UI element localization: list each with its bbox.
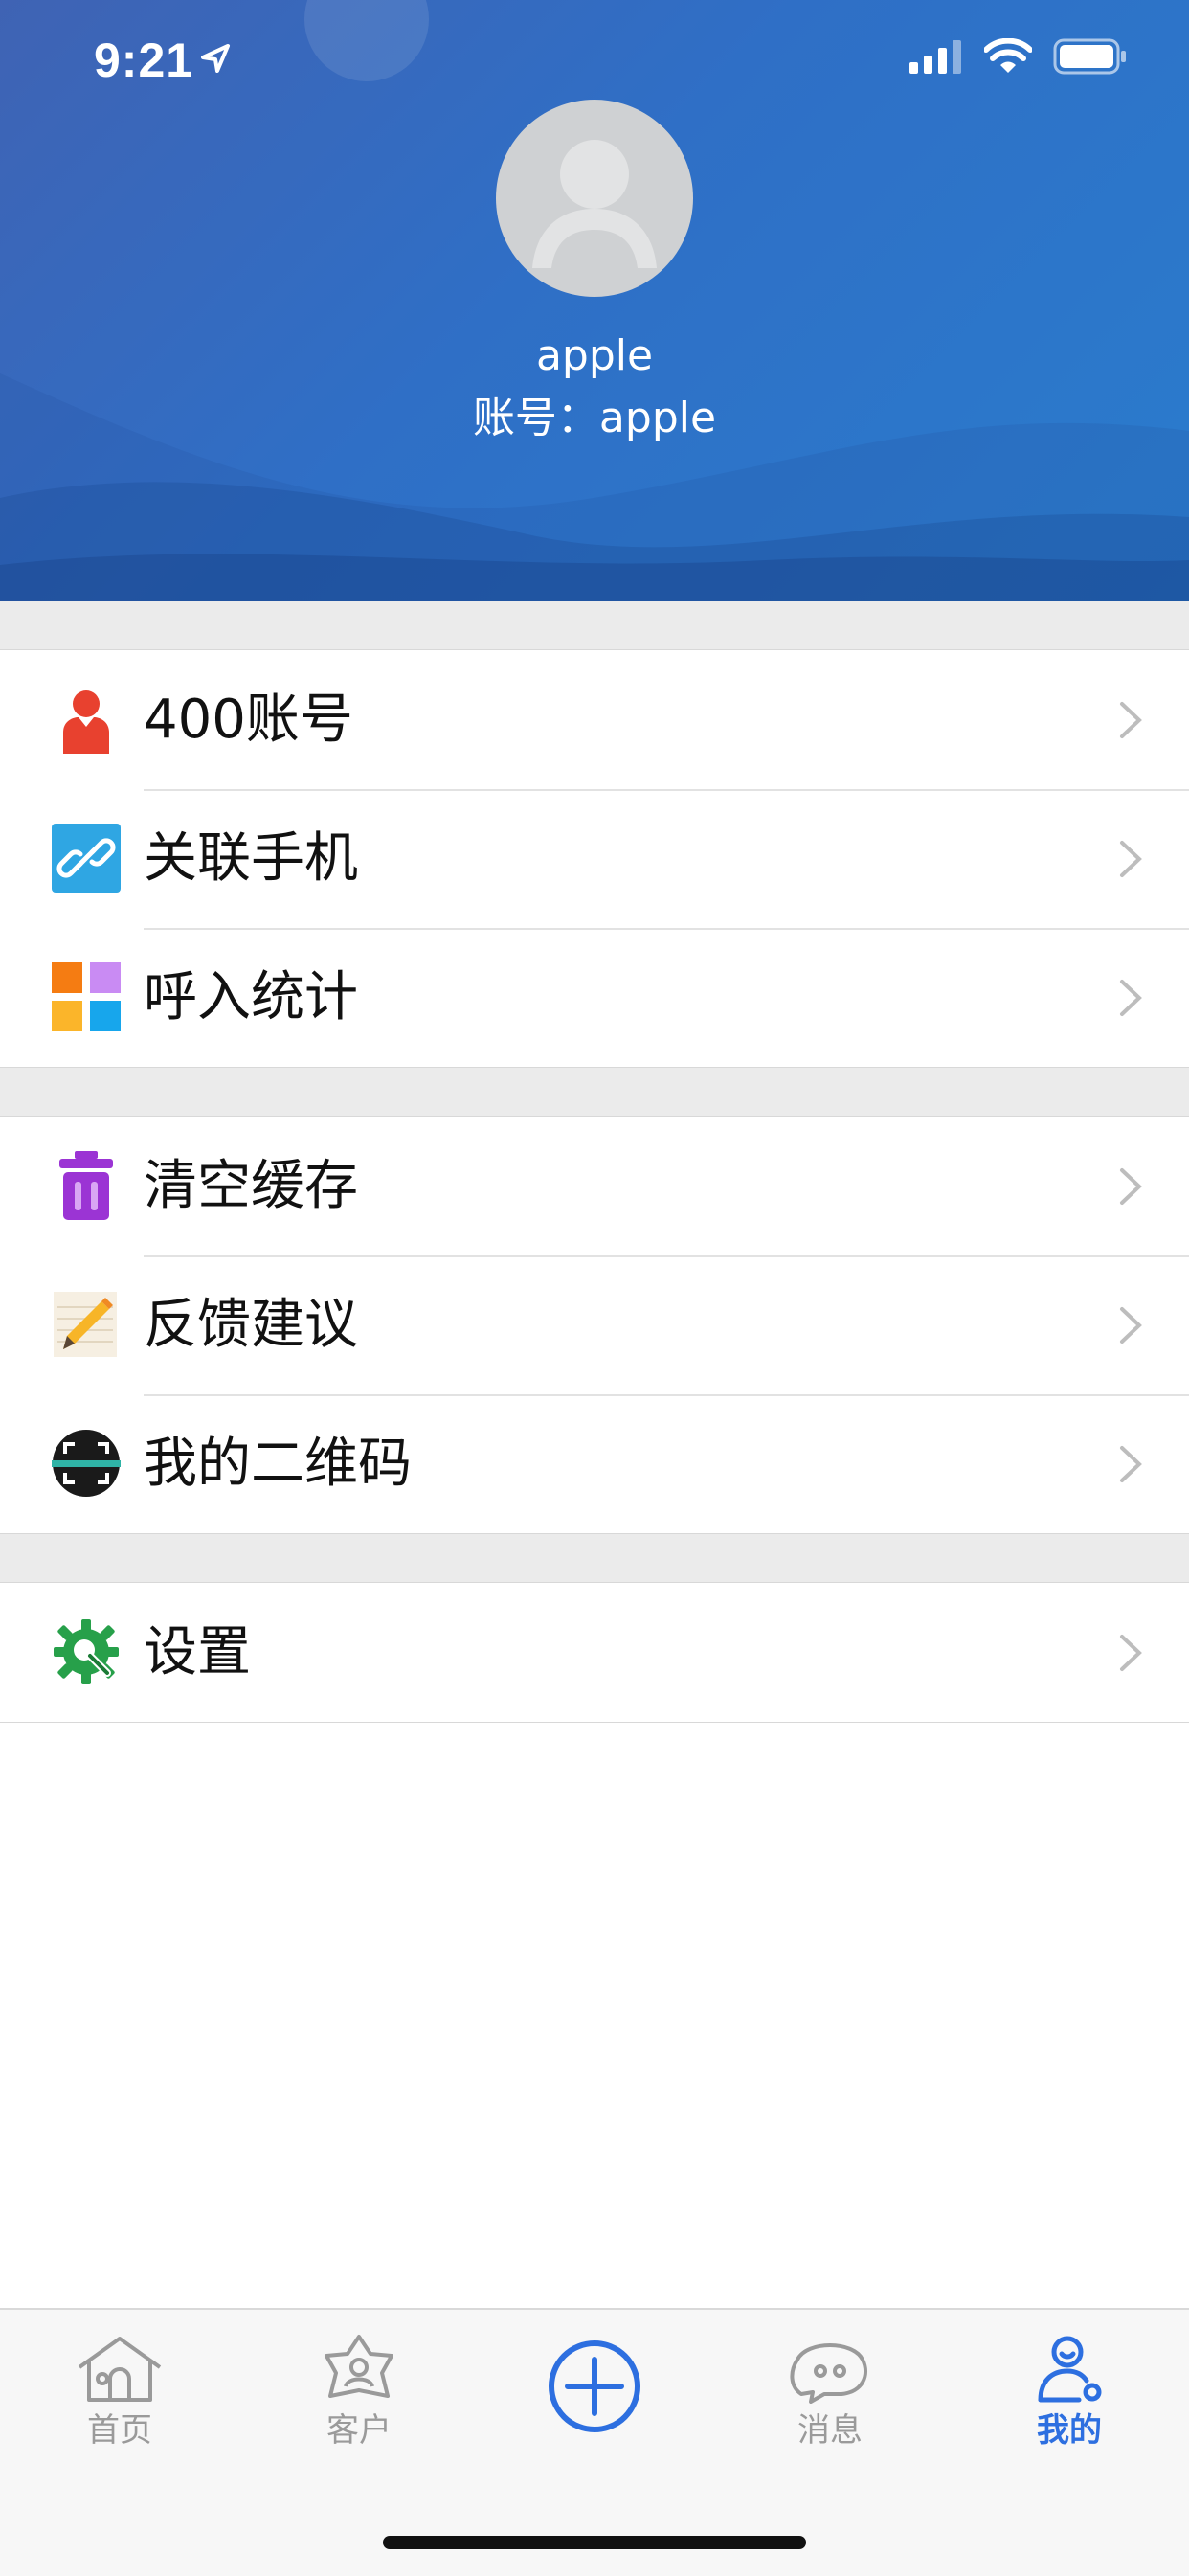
- default-avatar-icon: [532, 140, 657, 268]
- chevron-right-icon: [1120, 1168, 1142, 1205]
- tab-label: 客户: [326, 2411, 392, 2450]
- section-gap: [0, 1068, 1189, 1116]
- person-icon: [63, 690, 109, 754]
- menu-item-settings[interactable]: 设置: [0, 1583, 1189, 1722]
- add-circle-icon: [549, 2340, 640, 2432]
- menu-item-clear-cache[interactable]: 清空缓存: [0, 1117, 1189, 1255]
- tab-label: 消息: [797, 2411, 863, 2450]
- gear-wrench-icon: [54, 1619, 119, 1684]
- chevron-right-icon: [1120, 1307, 1142, 1344]
- menu-group-tools: 清空缓存 反馈建议 我的二维码: [0, 1116, 1189, 1534]
- menu-label: 反馈建议: [144, 1294, 358, 1356]
- chevron-right-icon: [1120, 702, 1142, 738]
- chevron-right-icon: [1120, 841, 1142, 877]
- customer-star-icon: [325, 2335, 393, 2398]
- username: apple: [535, 331, 654, 380]
- menu-item-feedback[interactable]: 反馈建议: [0, 1255, 1189, 1394]
- tab-mine[interactable]: 我的: [974, 2310, 1165, 2463]
- avatar[interactable]: [496, 100, 693, 297]
- cellular-signal-icon: [909, 40, 961, 74]
- menu-label: 关联手机: [144, 827, 358, 890]
- menu-item-link-phone[interactable]: 关联手机: [0, 789, 1189, 928]
- menu-item-400-account[interactable]: 400账号: [0, 650, 1189, 789]
- menu-group-account: 400账号 关联手机 呼入统计: [0, 649, 1189, 1068]
- section-gap: [0, 1534, 1189, 1582]
- wifi-icon: [984, 38, 1032, 73]
- message-bubble-icon: [790, 2343, 868, 2404]
- pencil-note-icon: [54, 1292, 117, 1357]
- link-icon: [52, 824, 121, 893]
- menu-item-call-stats[interactable]: 呼入统计: [0, 928, 1189, 1067]
- header-wave-decoration: [0, 0, 1189, 601]
- chevron-right-icon: [1120, 980, 1142, 1016]
- account-line: 账号：apple: [472, 394, 717, 442]
- battery-icon: [1053, 38, 1126, 75]
- profile-header: 9:21 apple 账号：apple: [0, 0, 1189, 601]
- menu-label: 呼入统计: [144, 966, 358, 1028]
- qr-scan-icon: [52, 1430, 121, 1497]
- tab-customers[interactable]: 客户: [263, 2310, 455, 2463]
- profile-user-icon: [1038, 2336, 1102, 2403]
- home-indicator: [383, 2536, 806, 2549]
- tab-messages[interactable]: 消息: [734, 2310, 926, 2463]
- menu-item-my-qrcode[interactable]: 我的二维码: [0, 1394, 1189, 1533]
- tab-label: 我的: [1037, 2411, 1102, 2450]
- chevron-right-icon: [1120, 1635, 1142, 1671]
- location-arrow-icon: [201, 44, 230, 73]
- trash-icon: [59, 1151, 113, 1220]
- menu-label: 400账号: [144, 689, 353, 751]
- chevron-right-icon: [1120, 1446, 1142, 1482]
- home-icon: [78, 2337, 162, 2402]
- tab-home[interactable]: 首页: [24, 2310, 215, 2463]
- section-gap: [0, 601, 1189, 649]
- menu-label: 清空缓存: [144, 1155, 358, 1217]
- grid-stats-icon: [52, 962, 121, 1031]
- menu-label: 我的二维码: [144, 1433, 412, 1495]
- tab-add[interactable]: [499, 2310, 690, 2463]
- tab-label: 首页: [87, 2411, 152, 2450]
- status-time: 9:21: [94, 34, 194, 87]
- menu-label: 设置: [144, 1621, 251, 1683]
- menu-group-settings: 设置: [0, 1582, 1189, 1723]
